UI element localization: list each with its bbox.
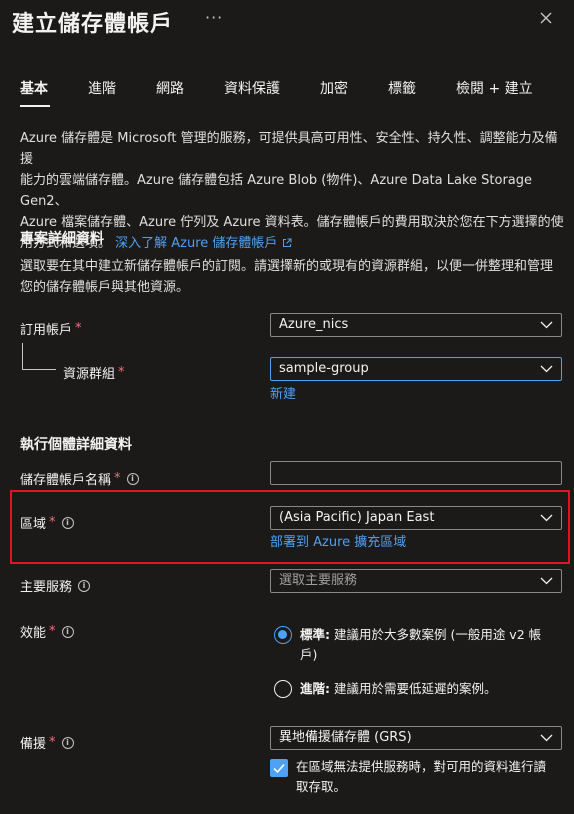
deploy-extended-zone-link[interactable]: 部署到 Azure 擴充區域 xyxy=(270,531,406,550)
standard-desc: 建議用於大多數案例 (一般用途 v2 帳 xyxy=(330,627,542,642)
resource-group-dropdown[interactable]: sample-group xyxy=(270,357,562,381)
redundancy-dropdown[interactable]: 異地備援儲存體 (GRS) xyxy=(270,726,562,750)
project-desc-line: 選取要在其中建立新儲存體帳戶的訂閱。請選擇新的或現有的資源群組，以便一併整理和管… xyxy=(20,259,554,274)
read-access-line: 在區域無法提供服務時，對可用的資料進行讀 xyxy=(296,759,547,774)
required-marker: * xyxy=(49,735,56,750)
project-description: 選取要在其中建立新儲存體帳戶的訂閱。請選擇新的或現有的資源群組，以便一併整理和管… xyxy=(20,256,565,298)
read-access-checkbox[interactable] xyxy=(270,759,288,777)
region-dropdown[interactable]: (Asia Pacific) Japan East xyxy=(270,506,562,530)
premium-desc: 建議用於需要低延遲的案例。 xyxy=(330,681,497,696)
region-label: 區域 * i xyxy=(20,513,74,532)
chevron-down-icon xyxy=(540,577,553,585)
project-desc-line: 您的儲存體帳戶與其他資源。 xyxy=(20,280,190,295)
tab-review-create[interactable]: 檢閱 + 建立 xyxy=(456,78,533,98)
performance-premium-radio[interactable] xyxy=(274,680,292,698)
info-icon[interactable]: i xyxy=(61,516,74,529)
redundancy-label: 備援 * i xyxy=(20,733,74,752)
required-marker: * xyxy=(49,624,56,639)
primary-service-placeholder: 選取主要服務 xyxy=(279,573,358,588)
blade-title: 建立儲存體帳戶 xyxy=(12,12,174,37)
standard-bold: 標準: xyxy=(300,627,330,642)
primary-service-dropdown[interactable]: 選取主要服務 xyxy=(270,569,562,593)
performance-premium-text: 進階: 建議用於需要低延遲的案例。 xyxy=(300,679,550,699)
instance-details-heading: 執行個體詳細資料 xyxy=(20,437,132,453)
external-link-icon xyxy=(282,238,292,247)
learn-more-link-text[interactable]: 深入了解 Azure 儲存體帳戶 xyxy=(115,236,277,251)
tree-connector-horizontal xyxy=(22,369,56,370)
primary-service-label-text: 主要服務 xyxy=(20,580,73,595)
required-marker: * xyxy=(114,471,121,486)
tab-encryption[interactable]: 加密 xyxy=(320,78,348,98)
premium-bold: 進階: xyxy=(300,681,330,696)
close-icon[interactable] xyxy=(536,8,556,28)
read-access-line: 取存取。 xyxy=(296,779,347,794)
performance-label: 效能 * i xyxy=(20,622,74,641)
active-tab-indicator xyxy=(20,105,50,107)
resource-group-label-text: 資源群組 xyxy=(63,367,116,382)
resource-group-value: sample-group xyxy=(279,361,369,376)
chevron-down-icon xyxy=(540,365,553,373)
info-icon[interactable]: i xyxy=(61,625,74,638)
chevron-down-icon xyxy=(540,514,553,522)
create-new-resource-group-link[interactable]: 新建 xyxy=(270,383,296,402)
tab-basics[interactable]: 基本 xyxy=(20,78,48,98)
info-icon[interactable]: i xyxy=(126,472,139,485)
required-marker: * xyxy=(118,365,125,380)
chevron-down-icon xyxy=(540,321,553,329)
storage-account-name-label-text: 儲存體帳戶名稱 xyxy=(20,473,112,488)
subscription-label-text: 訂用帳戶 xyxy=(20,323,73,338)
tab-data-protection[interactable]: 資料保護 xyxy=(224,78,280,98)
more-options-button[interactable]: ··· xyxy=(205,8,223,27)
learn-more-link[interactable]: 深入了解 Azure 儲存體帳戶 xyxy=(115,236,292,251)
tab-networking[interactable]: 網路 xyxy=(156,78,184,98)
read-access-text: 在區域無法提供服務時，對可用的資料進行讀 取存取。 xyxy=(296,757,561,797)
subscription-value: Azure_nics xyxy=(279,317,349,332)
redundancy-value: 異地備援儲存體 (GRS) xyxy=(279,730,412,745)
resource-group-label: 資源群組 * xyxy=(63,363,125,382)
primary-service-label: 主要服務 i xyxy=(20,576,91,595)
intro-line: 能力的雲端儲存體。Azure 儲存體包括 Azure Blob (物件)、Azu… xyxy=(20,173,533,209)
intro-line: Azure 儲存體是 Microsoft 管理的服務，可提供具高可用性、安全性、… xyxy=(20,131,558,167)
standard-desc-cont: 戶) xyxy=(300,647,318,662)
tab-advanced[interactable]: 進階 xyxy=(88,78,116,98)
info-icon[interactable]: i xyxy=(78,579,91,592)
storage-account-name-label: 儲存體帳戶名稱 * i xyxy=(20,469,139,488)
project-details-heading: 專案詳細資料 xyxy=(20,231,104,247)
performance-standard-radio[interactable] xyxy=(274,626,292,644)
storage-account-name-input[interactable] xyxy=(270,461,562,485)
chevron-down-icon xyxy=(540,734,553,742)
info-icon[interactable]: i xyxy=(61,736,74,749)
subscription-label: 訂用帳戶 * xyxy=(20,319,82,338)
tree-connector-vertical xyxy=(22,343,23,369)
redundancy-label-text: 備援 xyxy=(20,737,47,752)
required-marker: * xyxy=(75,321,82,336)
performance-standard-text: 標準: 建議用於大多數案例 (一般用途 v2 帳戶) xyxy=(300,625,550,665)
region-value: (Asia Pacific) Japan East xyxy=(279,510,435,525)
tab-tags[interactable]: 標籤 xyxy=(388,78,416,98)
region-label-text: 區域 xyxy=(20,517,47,532)
required-marker: * xyxy=(49,515,56,530)
checkmark-icon xyxy=(273,763,285,774)
subscription-dropdown[interactable]: Azure_nics xyxy=(270,313,562,337)
performance-label-text: 效能 xyxy=(20,626,47,641)
